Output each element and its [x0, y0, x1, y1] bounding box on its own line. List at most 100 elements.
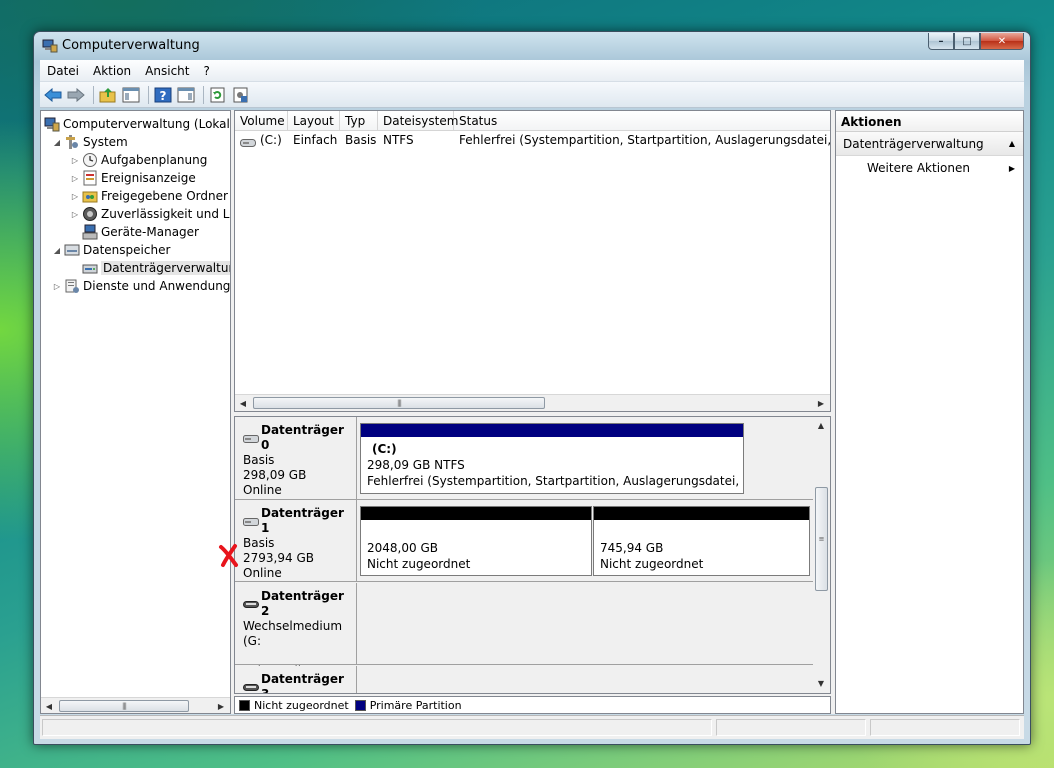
expanded-twisty-icon[interactable]: ◢	[52, 138, 62, 147]
disk-title: Datenträger 2	[243, 589, 356, 619]
disk-size: 298,09 GB	[243, 468, 307, 482]
scroll-left-arrow-icon[interactable]: ◀	[235, 395, 251, 411]
partition-size: 298,09 GB NTFS	[367, 458, 465, 472]
collapsed-twisty-icon[interactable]: ▷	[70, 210, 80, 219]
forward-icon[interactable]	[66, 85, 86, 105]
column-header-dateisystem[interactable]: Dateisystem	[378, 111, 458, 131]
caption-buttons: – □ ✕	[928, 33, 1024, 50]
computer-management-icon	[44, 116, 60, 132]
disk-state: Online	[243, 566, 282, 580]
scrollbar-thumb[interactable]: |||	[59, 700, 189, 712]
properties-icon[interactable]	[231, 85, 251, 105]
disk-type: Basis	[243, 453, 275, 467]
tree-item-freigegebene-ordner[interactable]: ▷ Freigegebene Ordner	[70, 187, 228, 205]
scroll-down-arrow-icon[interactable]: ▼	[813, 675, 829, 691]
tree-item-label: Datenspeicher	[83, 243, 171, 257]
volume-row[interactable]: (C:) Einfach Basis NTFS Fehlerfrei (Syst…	[235, 131, 830, 149]
type-cell: Basis	[345, 133, 377, 147]
help-icon[interactable]: ?	[153, 85, 173, 105]
tree-item-label: Computerverwaltung (Lokal)	[63, 117, 231, 131]
scroll-right-arrow-icon[interactable]: ▶	[213, 698, 229, 713]
disk-row: Datenträger 3	[235, 666, 815, 693]
disk-icon	[243, 433, 259, 443]
volume-list-horizontal-scrollbar[interactable]: ◀ ||| ▶	[235, 394, 830, 411]
legend: Nicht zugeordnet Primäre Partition	[234, 696, 831, 714]
disk-info[interactable]: Datenträger 3	[235, 666, 357, 693]
collapsed-twisty-icon[interactable]: ▷	[70, 192, 80, 201]
unallocated-space[interactable]: 745,94 GB Nicht zugeordnet	[593, 506, 810, 576]
tree-item-system[interactable]: ◢ System	[52, 133, 128, 151]
tree-item-aufgabenplanung[interactable]: ▷ Aufgabenplanung	[70, 151, 207, 169]
tree-item-datentraegerverwaltung[interactable]: Datenträgerverwaltung	[82, 259, 230, 277]
menu-help[interactable]: ?	[196, 64, 216, 78]
partition-label: (C:)	[372, 442, 397, 456]
disk-type: Basis	[243, 536, 275, 550]
partition-status: Nicht zugeordnet	[600, 557, 704, 571]
tree-horizontal-scrollbar[interactable]: ◀ ||| ▶	[41, 697, 230, 713]
legend-label: Primäre Partition	[369, 698, 462, 712]
collapsed-twisty-icon[interactable]: ▷	[70, 156, 80, 165]
column-header-layout[interactable]: Layout	[288, 111, 340, 131]
scrollbar-thumb[interactable]: ≡	[815, 487, 828, 591]
partition-status: Nicht zugeordnet	[367, 557, 471, 571]
actions-section-label: Datenträgerverwaltung	[843, 136, 984, 151]
partition-size: 2048,00 GB	[367, 541, 438, 555]
client-area: Computerverwaltung (Lokal) ◢ System ▷ Au…	[40, 110, 1024, 714]
action-weitere-aktionen[interactable]: Weitere Aktionen ▶	[836, 156, 1023, 180]
tree-item-computerverwaltung[interactable]: Computerverwaltung (Lokal)	[44, 115, 231, 133]
minimize-button[interactable]: –	[928, 33, 954, 50]
scroll-left-arrow-icon[interactable]: ◀	[41, 698, 57, 713]
partition-c[interactable]: (C:) 298,09 GB NTFS Fehlerfrei (Systempa…	[360, 423, 744, 494]
scroll-up-arrow-icon[interactable]: ▲	[813, 417, 829, 433]
expanded-twisty-icon[interactable]: ◢	[52, 246, 62, 255]
column-header-volume[interactable]: Volume	[235, 111, 288, 131]
submenu-arrow-icon: ▶	[1008, 163, 1015, 173]
collapsed-twisty-icon[interactable]: ▷	[52, 282, 62, 291]
legend-label: Nicht zugeordnet	[254, 698, 349, 712]
drive-icon	[240, 136, 256, 147]
scrollbar-thumb[interactable]: |||	[253, 397, 545, 409]
unallocated-space[interactable]: 2048,00 GB Nicht zugeordnet	[360, 506, 592, 576]
tree-item-geraete-manager[interactable]: Geräte-Manager	[82, 223, 199, 241]
device-manager-icon	[82, 224, 98, 240]
toolbar-separator	[203, 85, 204, 104]
menu-datei[interactable]: Datei	[40, 64, 86, 78]
disk-title: Datenträger 0	[243, 423, 356, 453]
menu-ansicht[interactable]: Ansicht	[138, 64, 196, 78]
event-viewer-icon	[82, 170, 98, 186]
disk-name: Datenträger 2	[261, 589, 344, 618]
window-title: Computerverwaltung	[62, 38, 200, 53]
tree-item-zuverlaessigkeit[interactable]: ▷ Zuverlässigkeit und Leis	[70, 205, 230, 223]
collapse-arrow-icon[interactable]: ▲	[1009, 139, 1015, 148]
tree-item-label: Dienste und Anwendungen	[83, 279, 231, 293]
menu-bar: Datei Aktion Ansicht ?	[40, 60, 1024, 82]
title-bar[interactable]: Computerverwaltung – □ ✕	[34, 32, 1030, 60]
disk-row: Datenträger 0 Basis 298,09 GB Online (C:…	[235, 417, 815, 500]
show-hide-console-tree-icon[interactable]	[121, 85, 141, 105]
show-hide-action-pane-icon[interactable]	[176, 85, 196, 105]
volume-list-header: Volume Layout Typ Dateisystem Status	[235, 111, 830, 131]
maximize-button[interactable]: □	[954, 33, 980, 50]
column-header-status[interactable]: Status	[454, 111, 830, 131]
tree-item-ereignisanzeige[interactable]: ▷ Ereignisanzeige	[70, 169, 196, 187]
menu-aktion[interactable]: Aktion	[86, 64, 138, 78]
tree-item-label: Zuverlässigkeit und Leis	[101, 207, 230, 221]
removable-disk-icon	[243, 599, 259, 609]
column-header-typ[interactable]: Typ	[340, 111, 378, 131]
close-button[interactable]: ✕	[980, 33, 1024, 50]
tree-item-datenspeicher[interactable]: ◢ Datenspeicher	[52, 241, 170, 259]
disk-info[interactable]: Datenträger 0 Basis 298,09 GB Online	[235, 417, 357, 499]
tree-item-label: Geräte-Manager	[101, 225, 199, 239]
back-icon[interactable]	[43, 85, 63, 105]
disk-view-vertical-scrollbar[interactable]: ▲ ≡ ▼	[813, 417, 830, 693]
up-folder-icon[interactable]	[98, 85, 118, 105]
actions-section-header[interactable]: Datenträgerverwaltung ▲	[836, 132, 1023, 156]
tree-item-label: Freigegebene Ordner	[101, 189, 228, 203]
refresh-icon[interactable]	[208, 85, 228, 105]
collapsed-twisty-icon[interactable]: ▷	[70, 174, 80, 183]
tree-item-dienste-und-anwendungen[interactable]: ▷ Dienste und Anwendungen	[52, 277, 231, 295]
disk-info[interactable]: Datenträger 1 Basis 2793,94 GB Online	[235, 500, 357, 581]
scroll-right-arrow-icon[interactable]: ▶	[813, 395, 829, 411]
disk-info[interactable]: Datenträger 2 Wechselmedium (G: Kein Med…	[235, 583, 357, 678]
filesystem-cell: NTFS	[383, 133, 414, 147]
